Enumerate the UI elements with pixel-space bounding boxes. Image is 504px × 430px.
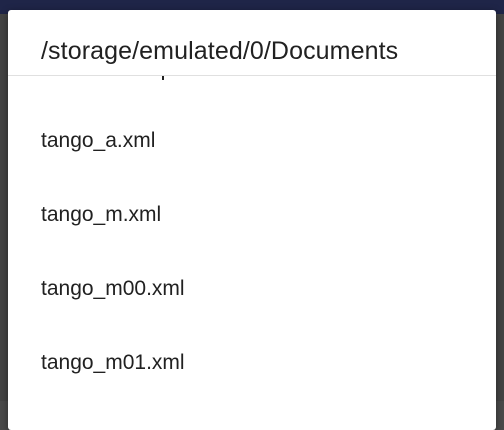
file-item-tango-a[interactable]: tango_a.xml	[8, 106, 496, 180]
file-name: tango_m00.xml	[41, 277, 185, 300]
file-chooser-dialog: /storage/emulated/0/Documents tango_a.xm…	[8, 10, 496, 430]
file-name: tango_m.xml	[41, 203, 162, 226]
file-name: tango_a.xml	[41, 129, 156, 152]
file-item-tango-m00[interactable]: tango_m00.xml	[8, 254, 496, 328]
file-item-tango-m01[interactable]: tango_m01.xml	[8, 328, 496, 402]
file-item-tango-m[interactable]: tango_m.xml	[8, 180, 496, 254]
dialog-title: /storage/emulated/0/Documents	[41, 37, 399, 65]
file-name: tango_m01.xml	[41, 351, 185, 374]
scrolled-item-fragment	[162, 76, 164, 80]
title-divider	[8, 75, 496, 76]
